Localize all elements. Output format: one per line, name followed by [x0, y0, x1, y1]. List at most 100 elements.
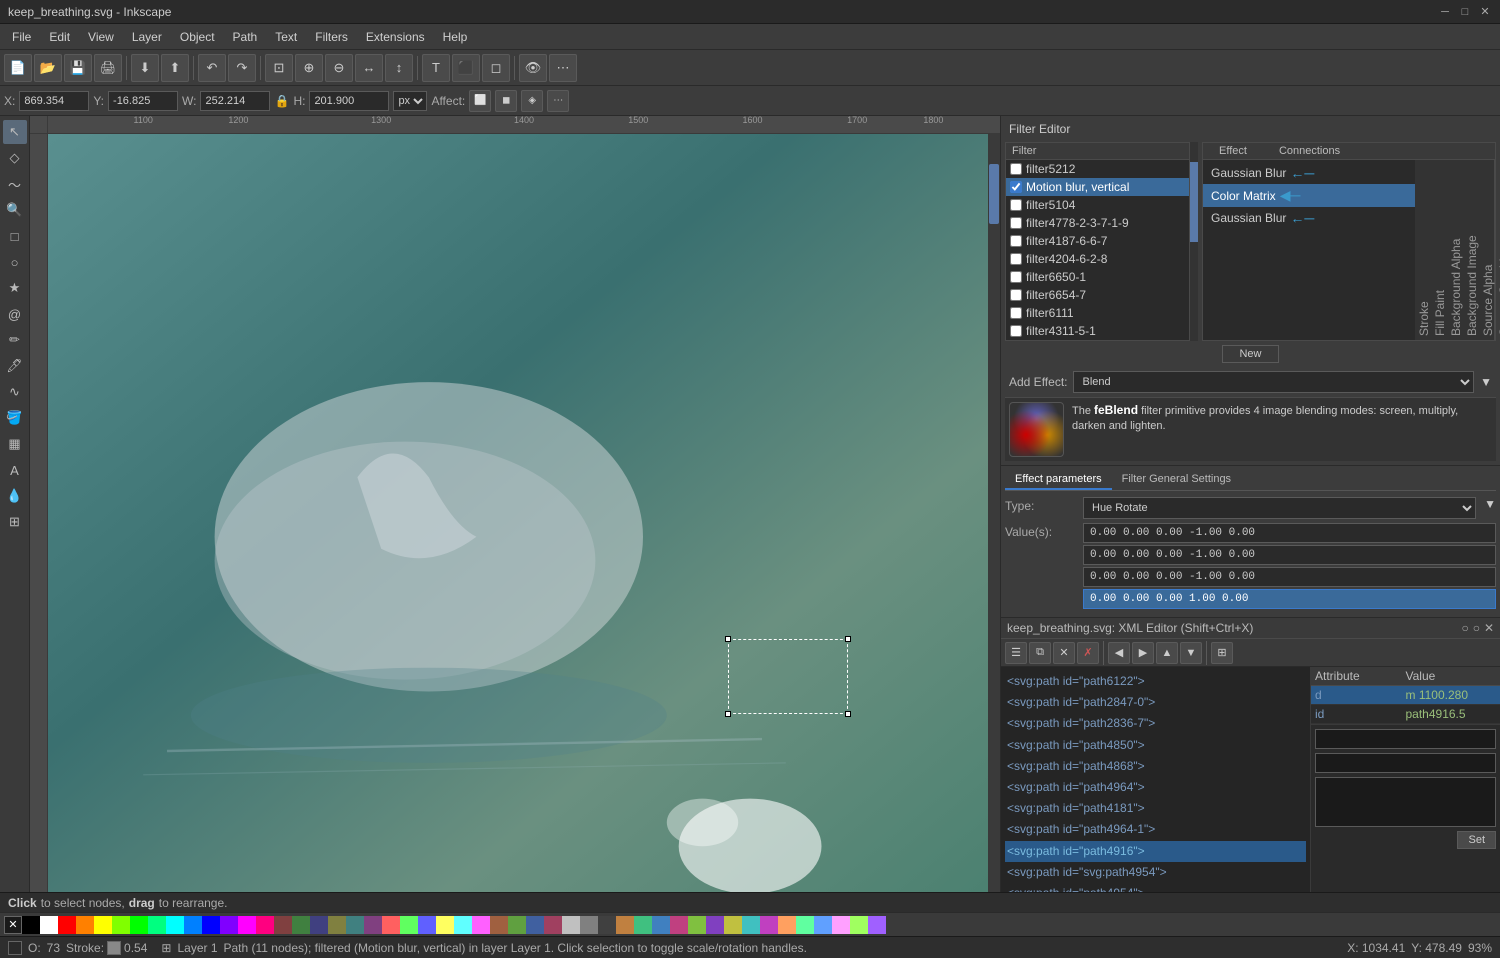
open-btn[interactable]: 📂	[34, 54, 62, 82]
xml-text-area[interactable]	[1315, 777, 1496, 827]
redo-btn[interactable]: ↷	[228, 54, 256, 82]
menu-path[interactable]: Path	[225, 28, 266, 46]
palette-color-swatch[interactable]	[130, 916, 148, 934]
palette-color-swatch[interactable]	[364, 916, 382, 934]
xml-up-btn[interactable]: ▲	[1156, 642, 1178, 664]
undo-btn[interactable]: ↶	[198, 54, 226, 82]
affect-btn3[interactable]: ◈	[521, 90, 543, 112]
value-row[interactable]: 0.00 0.00 0.00 -1.00 0.00	[1083, 523, 1496, 543]
xml-down-btn[interactable]: ▼	[1180, 642, 1202, 664]
add-effect-select[interactable]: Blend	[1073, 371, 1474, 393]
palette-color-swatch[interactable]	[274, 916, 292, 934]
filter-item[interactable]: filter5212	[1006, 160, 1189, 178]
filter-item[interactable]: filter4204-6-2-8	[1006, 250, 1189, 268]
palette-color-swatch[interactable]	[580, 916, 598, 934]
filter-item[interactable]: Motion blur, vertical	[1006, 178, 1189, 196]
filter-checkbox[interactable]	[1010, 217, 1022, 229]
palette-color-swatch[interactable]	[868, 916, 886, 934]
filter-checkbox[interactable]	[1010, 289, 1022, 301]
filter-checkbox[interactable]	[1010, 199, 1022, 211]
palette-color-swatch[interactable]	[436, 916, 454, 934]
new-filter-btn[interactable]: New	[1222, 345, 1278, 363]
palette-color-swatch[interactable]	[670, 916, 688, 934]
palette-color-swatch[interactable]	[418, 916, 436, 934]
palette-color-swatch[interactable]	[76, 916, 94, 934]
align-r-btn[interactable]: ◻	[482, 54, 510, 82]
params-tab-effects[interactable]: Effect parameters	[1005, 470, 1112, 490]
xml-next-btn[interactable]: ▶	[1132, 642, 1154, 664]
v-scroll-thumb[interactable]	[989, 164, 999, 224]
palette-color-swatch[interactable]	[724, 916, 742, 934]
menu-help[interactable]: Help	[435, 28, 476, 46]
filter-checkbox[interactable]	[1010, 163, 1022, 175]
paint-tool[interactable]: 🪣	[3, 406, 27, 430]
handle-tr[interactable]	[845, 636, 851, 642]
import-btn[interactable]: ⬇	[131, 54, 159, 82]
xml-del-btn[interactable]: ✕	[1053, 642, 1075, 664]
effect-item[interactable]: Color Matrix◀─	[1203, 184, 1415, 207]
palette-color-swatch[interactable]	[796, 916, 814, 934]
circle-tool[interactable]: ○	[3, 250, 27, 274]
filter-item[interactable]: filter4311-5-1	[1006, 322, 1189, 340]
menu-file[interactable]: File	[4, 28, 39, 46]
xml-dup-btn[interactable]: ⧉	[1029, 642, 1051, 664]
xml-node[interactable]: <svg:path id="path2836-7">	[1005, 713, 1306, 734]
calligraphy-tool[interactable]: ∿	[3, 380, 27, 404]
zoom-in-btn[interactable]: ⊕	[295, 54, 323, 82]
palette-color-swatch[interactable]	[850, 916, 868, 934]
palette-color-swatch[interactable]	[832, 916, 850, 934]
palette-color-swatch[interactable]	[202, 916, 220, 934]
menu-extensions[interactable]: Extensions	[358, 28, 433, 46]
units-select[interactable]: px	[393, 91, 427, 111]
xml-ctrl-3[interactable]: ✕	[1484, 621, 1494, 635]
palette-color-swatch[interactable]	[454, 916, 472, 934]
filter-checkbox[interactable]	[1010, 253, 1022, 265]
palette-color-swatch[interactable]	[256, 916, 274, 934]
palette-color-swatch[interactable]	[238, 916, 256, 934]
effect-item[interactable]: Gaussian Blur←─	[1203, 162, 1415, 184]
xml-ctrl-1[interactable]: ○	[1461, 621, 1468, 635]
xml-node[interactable]: <svg:path id="path2847-0">	[1005, 692, 1306, 713]
no-color-btn[interactable]: ✕	[4, 916, 22, 934]
palette-color-swatch[interactable]	[544, 916, 562, 934]
xml-node[interactable]: <svg:path id="path4964">	[1005, 777, 1306, 798]
palette-color-swatch[interactable]	[562, 916, 580, 934]
palette-color-swatch[interactable]	[706, 916, 724, 934]
affect-btn1[interactable]: ⬜	[469, 90, 491, 112]
filter-scrollbar[interactable]	[1190, 142, 1198, 341]
xml-value-input[interactable]	[1315, 753, 1496, 773]
connector-tool[interactable]: ⊞	[3, 510, 27, 534]
view-btn[interactable]: 👁	[519, 54, 547, 82]
zoom-tool[interactable]: 🔍	[3, 198, 27, 222]
filter-item[interactable]: filter6650-1	[1006, 268, 1189, 286]
palette-color-swatch[interactable]	[112, 916, 130, 934]
xml-node[interactable]: <svg:path id="path6122">	[1005, 671, 1306, 692]
align-l-btn[interactable]: ⬛	[452, 54, 480, 82]
xml-node[interactable]: <svg:path id="path4954">	[1005, 883, 1306, 892]
maximize-btn[interactable]: □	[1458, 5, 1472, 19]
more-btn[interactable]: ⋯	[549, 54, 577, 82]
value-row[interactable]: 0.00 0.00 0.00 -1.00 0.00	[1083, 545, 1496, 565]
node-tool[interactable]: ◇	[3, 146, 27, 170]
spiral-tool[interactable]: @	[3, 302, 27, 326]
star-tool[interactable]: ★	[3, 276, 27, 300]
xml-node[interactable]: <svg:path id="path4181">	[1005, 798, 1306, 819]
filter-checkbox[interactable]	[1010, 181, 1022, 193]
palette-color-swatch[interactable]	[778, 916, 796, 934]
xml-node[interactable]: <svg:path id="path4868">	[1005, 756, 1306, 777]
zoom-fit-btn[interactable]: ⊡	[265, 54, 293, 82]
menu-object[interactable]: Object	[172, 28, 223, 46]
palette-color-swatch[interactable]	[814, 916, 832, 934]
connections-tab[interactable]: Connections	[1263, 143, 1356, 159]
palette-color-swatch[interactable]	[526, 916, 544, 934]
palette-color-swatch[interactable]	[22, 916, 40, 934]
palette-color-swatch[interactable]	[292, 916, 310, 934]
filter-checkbox[interactable]	[1010, 271, 1022, 283]
value-row[interactable]: 0.00 0.00 0.00 1.00 0.00	[1083, 589, 1496, 609]
type-select[interactable]: Hue Rotate	[1083, 497, 1476, 519]
gradient-tool[interactable]: ▦	[3, 432, 27, 456]
handle-tl[interactable]	[725, 636, 731, 642]
xml-del-node-btn[interactable]: ✗	[1077, 642, 1099, 664]
palette-color-swatch[interactable]	[688, 916, 706, 934]
xml-node[interactable]: <svg:path id="path4964-1">	[1005, 819, 1306, 840]
